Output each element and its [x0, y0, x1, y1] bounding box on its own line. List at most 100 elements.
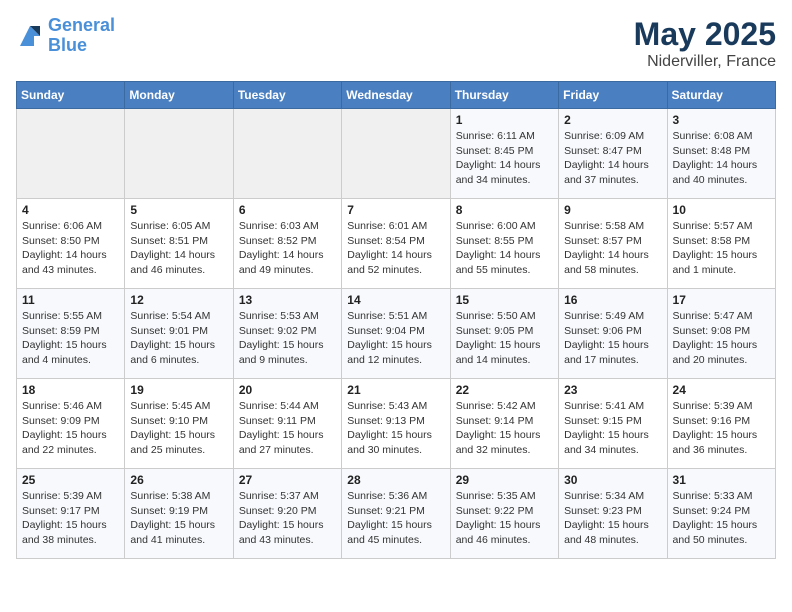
day-info: Sunrise: 6:09 AM Sunset: 8:47 PM Dayligh…	[564, 129, 661, 188]
logo-text: General Blue	[48, 16, 115, 56]
day-number: 20	[239, 383, 336, 397]
calendar-week-4: 18Sunrise: 5:46 AM Sunset: 9:09 PM Dayli…	[17, 379, 776, 469]
logo: General Blue	[16, 16, 115, 56]
calendar-cell: 18Sunrise: 5:46 AM Sunset: 9:09 PM Dayli…	[17, 379, 125, 469]
day-info: Sunrise: 5:51 AM Sunset: 9:04 PM Dayligh…	[347, 309, 444, 368]
day-number: 11	[22, 293, 119, 307]
day-number: 22	[456, 383, 553, 397]
calendar-cell: 3 Sunrise: 6:08 AM Sunset: 8:48 PM Daylig…	[667, 109, 775, 199]
day-info: Sunrise: 5:37 AM Sunset: 9:20 PM Dayligh…	[239, 489, 336, 548]
day-info: Sunrise: 5:49 AM Sunset: 9:06 PM Dayligh…	[564, 309, 661, 368]
calendar-cell: 4Sunrise: 6:06 AM Sunset: 8:50 PM Daylig…	[17, 199, 125, 289]
day-number: 24	[673, 383, 770, 397]
calendar-cell: 15 Sunrise: 5:50 AM Sunset: 9:05 PM Dayli…	[450, 289, 558, 379]
day-info: Sunrise: 6:06 AM Sunset: 8:50 PM Dayligh…	[22, 219, 119, 278]
calendar-title: May 2025	[634, 16, 776, 53]
day-number: 18	[22, 383, 119, 397]
calendar-cell	[233, 109, 341, 199]
day-info: Sunrise: 5:39 AM Sunset: 9:17 PM Dayligh…	[22, 489, 119, 548]
day-info: Sunrise: 6:05 AM Sunset: 8:51 PM Dayligh…	[130, 219, 227, 278]
day-number: 17	[673, 293, 770, 307]
calendar-cell: 29 Sunrise: 5:35 AM Sunset: 9:22 PM Dayli…	[450, 469, 558, 559]
day-number: 19	[130, 383, 227, 397]
day-number: 25	[22, 473, 119, 487]
day-number: 6	[239, 203, 336, 217]
calendar-cell: 5 Sunrise: 6:05 AM Sunset: 8:51 PM Daylig…	[125, 199, 233, 289]
day-info: Sunrise: 5:54 AM Sunset: 9:01 PM Dayligh…	[130, 309, 227, 368]
calendar-cell: 27 Sunrise: 5:37 AM Sunset: 9:20 PM Dayli…	[233, 469, 341, 559]
calendar-cell: 19 Sunrise: 5:45 AM Sunset: 9:10 PM Dayli…	[125, 379, 233, 469]
weekday-header-tuesday: Tuesday	[233, 82, 341, 109]
day-number: 26	[130, 473, 227, 487]
calendar-cell: 14 Sunrise: 5:51 AM Sunset: 9:04 PM Dayli…	[342, 289, 450, 379]
day-info: Sunrise: 5:57 AM Sunset: 8:58 PM Dayligh…	[673, 219, 770, 278]
day-number: 27	[239, 473, 336, 487]
logo-blue: Blue	[48, 35, 87, 55]
day-number: 14	[347, 293, 444, 307]
calendar-cell: 26 Sunrise: 5:38 AM Sunset: 9:19 PM Dayli…	[125, 469, 233, 559]
calendar-subtitle: Niderviller, France	[634, 53, 776, 71]
calendar-cell: 21 Sunrise: 5:43 AM Sunset: 9:13 PM Dayli…	[342, 379, 450, 469]
day-number: 1	[456, 113, 553, 127]
day-info: Sunrise: 5:43 AM Sunset: 9:13 PM Dayligh…	[347, 399, 444, 458]
calendar-cell	[125, 109, 233, 199]
calendar-cell: 23Sunrise: 5:41 AM Sunset: 9:15 PM Dayli…	[559, 379, 667, 469]
day-info: Sunrise: 5:35 AM Sunset: 9:22 PM Dayligh…	[456, 489, 553, 548]
day-info: Sunrise: 5:55 AM Sunset: 8:59 PM Dayligh…	[22, 309, 119, 368]
day-number: 28	[347, 473, 444, 487]
day-number: 10	[673, 203, 770, 217]
calendar-cell: 7Sunrise: 6:01 AM Sunset: 8:54 PM Daylig…	[342, 199, 450, 289]
day-info: Sunrise: 5:42 AM Sunset: 9:14 PM Dayligh…	[456, 399, 553, 458]
day-number: 13	[239, 293, 336, 307]
day-info: Sunrise: 5:34 AM Sunset: 9:23 PM Dayligh…	[564, 489, 661, 548]
calendar-cell: 25 Sunrise: 5:39 AM Sunset: 9:17 PM Dayli…	[17, 469, 125, 559]
day-info: Sunrise: 5:53 AM Sunset: 9:02 PM Dayligh…	[239, 309, 336, 368]
logo-icon	[16, 22, 44, 50]
day-info: Sunrise: 5:58 AM Sunset: 8:57 PM Dayligh…	[564, 219, 661, 278]
calendar-week-3: 11 Sunrise: 5:55 AM Sunset: 8:59 PM Dayli…	[17, 289, 776, 379]
day-info: Sunrise: 5:45 AM Sunset: 9:10 PM Dayligh…	[130, 399, 227, 458]
day-number: 16	[564, 293, 661, 307]
day-number: 15	[456, 293, 553, 307]
day-info: Sunrise: 6:03 AM Sunset: 8:52 PM Dayligh…	[239, 219, 336, 278]
day-number: 21	[347, 383, 444, 397]
day-info: Sunrise: 6:00 AM Sunset: 8:55 PM Dayligh…	[456, 219, 553, 278]
day-info: Sunrise: 5:44 AM Sunset: 9:11 PM Dayligh…	[239, 399, 336, 458]
day-number: 29	[456, 473, 553, 487]
day-info: Sunrise: 6:08 AM Sunset: 8:48 PM Dayligh…	[673, 129, 770, 188]
calendar-cell: 16 Sunrise: 5:49 AM Sunset: 9:06 PM Dayli…	[559, 289, 667, 379]
calendar-cell: 10 Sunrise: 5:57 AM Sunset: 8:58 PM Dayli…	[667, 199, 775, 289]
calendar-cell: 22 Sunrise: 5:42 AM Sunset: 9:14 PM Dayli…	[450, 379, 558, 469]
calendar-cell: 8 Sunrise: 6:00 AM Sunset: 8:55 PM Daylig…	[450, 199, 558, 289]
day-info: Sunrise: 5:50 AM Sunset: 9:05 PM Dayligh…	[456, 309, 553, 368]
day-number: 5	[130, 203, 227, 217]
calendar-cell: 30Sunrise: 5:34 AM Sunset: 9:23 PM Dayli…	[559, 469, 667, 559]
day-number: 12	[130, 293, 227, 307]
calendar-cell: 24 Sunrise: 5:39 AM Sunset: 9:16 PM Dayli…	[667, 379, 775, 469]
calendar-cell: 2 Sunrise: 6:09 AM Sunset: 8:47 PM Daylig…	[559, 109, 667, 199]
day-number: 3	[673, 113, 770, 127]
calendar-cell: 11 Sunrise: 5:55 AM Sunset: 8:59 PM Dayli…	[17, 289, 125, 379]
calendar-table: SundayMondayTuesdayWednesdayThursdayFrid…	[16, 81, 776, 559]
page-header: General Blue May 2025 Niderviller, Franc…	[16, 16, 776, 71]
calendar-cell: 13 Sunrise: 5:53 AM Sunset: 9:02 PM Dayli…	[233, 289, 341, 379]
calendar-cell: 17 Sunrise: 5:47 AM Sunset: 9:08 PM Dayli…	[667, 289, 775, 379]
calendar-cell: 9Sunrise: 5:58 AM Sunset: 8:57 PM Daylig…	[559, 199, 667, 289]
calendar-cell: 12 Sunrise: 5:54 AM Sunset: 9:01 PM Dayli…	[125, 289, 233, 379]
calendar-cell: 1 Sunrise: 6:11 AM Sunset: 8:45 PM Daylig…	[450, 109, 558, 199]
logo-general: General	[48, 15, 115, 35]
day-info: Sunrise: 5:38 AM Sunset: 9:19 PM Dayligh…	[130, 489, 227, 548]
calendar-cell: 20 Sunrise: 5:44 AM Sunset: 9:11 PM Dayli…	[233, 379, 341, 469]
calendar-cell	[342, 109, 450, 199]
day-info: Sunrise: 5:33 AM Sunset: 9:24 PM Dayligh…	[673, 489, 770, 548]
day-number: 23	[564, 383, 661, 397]
weekday-header-wednesday: Wednesday	[342, 82, 450, 109]
day-info: Sunrise: 6:11 AM Sunset: 8:45 PM Dayligh…	[456, 129, 553, 188]
calendar-cell: 6 Sunrise: 6:03 AM Sunset: 8:52 PM Daylig…	[233, 199, 341, 289]
day-info: Sunrise: 5:47 AM Sunset: 9:08 PM Dayligh…	[673, 309, 770, 368]
day-number: 8	[456, 203, 553, 217]
day-info: Sunrise: 5:39 AM Sunset: 9:16 PM Dayligh…	[673, 399, 770, 458]
day-number: 2	[564, 113, 661, 127]
day-number: 7	[347, 203, 444, 217]
weekday-header-saturday: Saturday	[667, 82, 775, 109]
